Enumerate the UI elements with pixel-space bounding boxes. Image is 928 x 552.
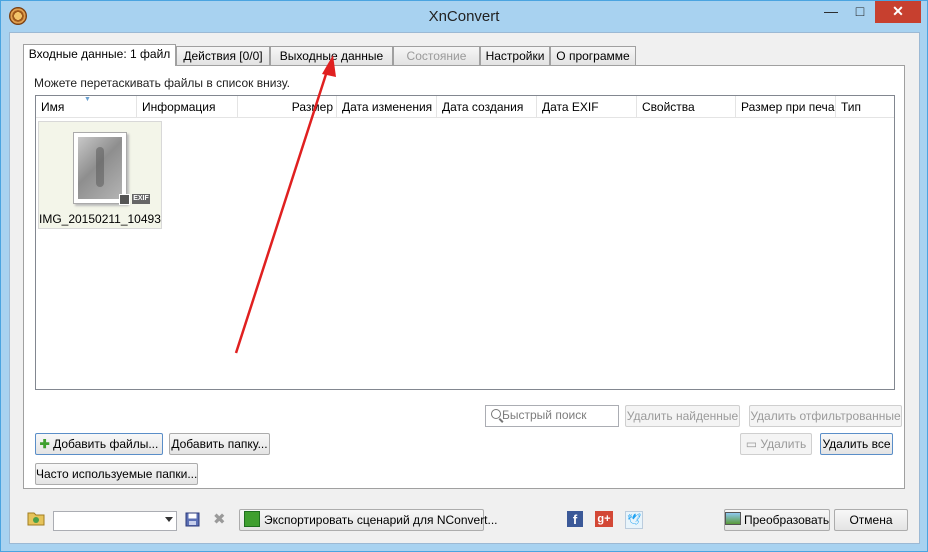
- drag-hint: Можете перетаскивать файлы в список вниз…: [34, 76, 290, 90]
- quick-search[interactable]: [485, 405, 619, 427]
- input-panel: Можете перетаскивать файлы в список вниз…: [23, 65, 905, 489]
- add-folder-button[interactable]: Добавить папку...: [169, 433, 270, 455]
- window-title: XnConvert: [428, 8, 500, 25]
- export-label: Экспортировать сценарий для NConvert...: [264, 513, 498, 527]
- delete-icon[interactable]: ✖: [213, 510, 226, 528]
- convert-icon: [725, 512, 741, 525]
- tab-input[interactable]: Входные данные: 1 файл: [23, 44, 176, 66]
- frequent-folders-button[interactable]: Часто используемые папки...: [35, 463, 198, 485]
- facebook-icon[interactable]: f: [567, 511, 583, 527]
- folder-icon[interactable]: [27, 510, 45, 526]
- twitter-icon[interactable]: 🕊: [625, 511, 643, 529]
- main-area: Входные данные: 1 файл Действия [0/0] Вы…: [9, 32, 920, 544]
- add-files-button[interactable]: ✚ Добавить файлы...: [35, 433, 163, 455]
- sort-indicator-icon: ▼: [84, 96, 91, 103]
- remove-button[interactable]: ▭ Удалить: [740, 433, 812, 455]
- file-name: IMG_20150211_10493...: [39, 212, 161, 226]
- remove-found-button[interactable]: Удалить найденные: [625, 405, 740, 427]
- column-properties[interactable]: Свойства: [637, 96, 736, 118]
- google-plus-icon[interactable]: g+: [595, 511, 613, 527]
- search-input[interactable]: [502, 407, 612, 423]
- title-bar[interactable]: XnConvert — □ ✕: [1, 1, 927, 31]
- tab-output[interactable]: Выходные данные: [270, 46, 393, 65]
- tab-settings[interactable]: Настройки: [480, 46, 550, 65]
- remove-icon: ▭: [745, 437, 758, 451]
- convert-label: Преобразовать: [744, 513, 830, 527]
- column-created[interactable]: Дата создания: [437, 96, 537, 118]
- search-icon: [491, 409, 501, 419]
- maximize-button[interactable]: □: [847, 1, 873, 23]
- tab-status: Состояние: [393, 46, 480, 65]
- file-list[interactable]: Имя ▼ Информация Размер Дата изменения Д…: [35, 95, 895, 390]
- cancel-button[interactable]: Отмена: [834, 509, 908, 531]
- column-modified[interactable]: Дата изменения: [337, 96, 437, 118]
- xnconvert-window: XnConvert — □ ✕ Входные данные: 1 файл Д…: [0, 0, 928, 552]
- file-type-icon: [119, 194, 130, 205]
- file-thumbnail[interactable]: EXIF IMG_20150211_10493...: [38, 121, 162, 229]
- add-files-label: Добавить файлы...: [53, 437, 159, 451]
- plus-icon: ✚: [39, 437, 50, 451]
- export-nconvert-button[interactable]: Экспортировать сценарий для NConvert...: [239, 509, 498, 531]
- exif-badge: EXIF: [132, 194, 150, 204]
- minimize-button[interactable]: —: [819, 1, 843, 23]
- column-exif-date[interactable]: Дата EXIF: [537, 96, 637, 118]
- convert-button[interactable]: Преобразовать: [724, 509, 830, 531]
- save-icon[interactable]: [185, 512, 200, 527]
- tab-about[interactable]: О программе: [550, 46, 636, 65]
- remove-filtered-button[interactable]: Удалить отфильтрованные: [749, 405, 902, 427]
- column-size[interactable]: Размер: [238, 96, 337, 118]
- chevron-down-icon: [165, 517, 173, 522]
- column-print-size[interactable]: Размер при печа: [736, 96, 836, 118]
- remove-label: Удалить: [760, 437, 807, 451]
- tab-actions[interactable]: Действия [0/0]: [176, 46, 270, 65]
- preset-select[interactable]: [53, 511, 177, 531]
- remove-all-button[interactable]: Удалить все: [820, 433, 893, 455]
- close-button[interactable]: ✕: [875, 1, 921, 23]
- column-info[interactable]: Информация: [137, 96, 238, 118]
- export-icon: [244, 511, 260, 527]
- column-type[interactable]: Тип: [836, 96, 894, 118]
